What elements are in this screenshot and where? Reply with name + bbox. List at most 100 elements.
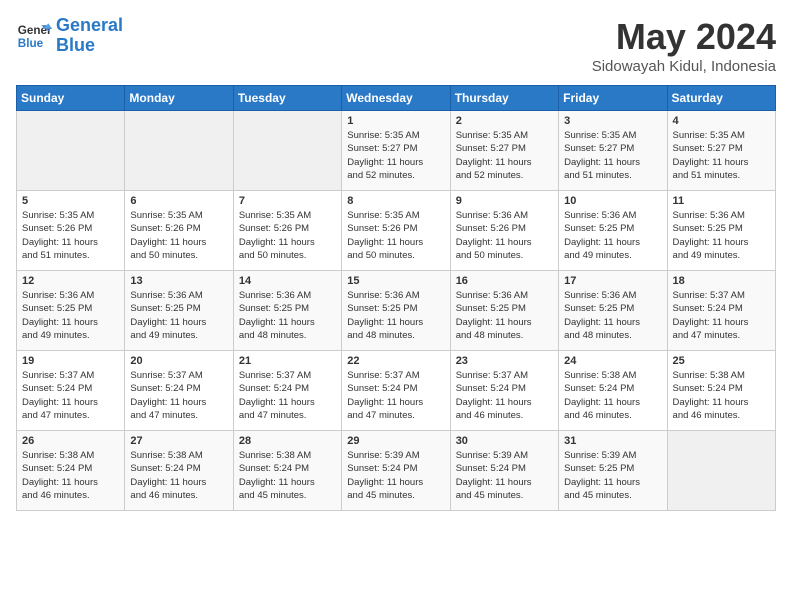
day-number: 4 bbox=[673, 115, 770, 127]
calendar-table: SundayMondayTuesdayWednesdayThursdayFrid… bbox=[16, 85, 776, 511]
day-number: 23 bbox=[456, 355, 553, 367]
calendar-week-row: 19 Sunrise: 5:37 AMSunset: 5:24 PMDayligh… bbox=[17, 351, 776, 431]
calendar-cell: 19Sunrise: 5:37 AMSunset: 5:24 PMDayligh… bbox=[17, 351, 125, 431]
day-number: 6 bbox=[130, 195, 227, 207]
calendar-cell bbox=[667, 431, 775, 511]
calendar-week-row: 12Sunrise: 5:36 AMSunset: 5:25 PMDayligh… bbox=[17, 271, 776, 351]
day-number: 1 bbox=[347, 115, 444, 127]
day-info: Sunrise: 5:37 AMSunset: 5:24 PMDaylight:… bbox=[130, 369, 227, 422]
location: Sidowayah Kidul, Indonesia bbox=[592, 58, 776, 75]
day-info: Sunrise: 5:36 AMSunset: 5:25 PMDaylight:… bbox=[22, 289, 119, 342]
logo-icon: General Blue bbox=[16, 18, 52, 54]
day-number: 10 bbox=[564, 195, 661, 207]
calendar-cell: 2 Sunrise: 5:35 AMSunset: 5:27 PMDaylight… bbox=[450, 111, 558, 191]
day-info: Sunrise: 5:35 AMSunset: 5:27 PMDaylight:… bbox=[347, 129, 444, 182]
calendar-cell: 13 Sunrise: 5:36 AMSunset: 5:25 PMDayligh… bbox=[125, 271, 233, 351]
calendar-cell: 5Sunrise: 5:35 AMSunset: 5:26 PMDaylight… bbox=[17, 191, 125, 271]
calendar-cell: 3 Sunrise: 5:35 AMSunset: 5:27 PMDaylight… bbox=[559, 111, 667, 191]
day-number: 20 bbox=[130, 355, 227, 367]
month-title: May 2024 bbox=[592, 16, 776, 58]
day-number: 16 bbox=[456, 275, 553, 287]
day-info: Sunrise: 5:39 AMSunset: 5:24 PMDaylight:… bbox=[347, 449, 444, 502]
day-info: Sunrise: 5:35 AMSunset: 5:26 PMDaylight:… bbox=[130, 209, 227, 262]
day-info: Sunrise: 5:35 AMSunset: 5:26 PMDaylight:… bbox=[347, 209, 444, 262]
calendar-cell: 17 Sunrise: 5:36 AMSunset: 5:25 PMDayligh… bbox=[559, 271, 667, 351]
day-info: Sunrise: 5:38 AMSunset: 5:24 PMDaylight:… bbox=[673, 369, 770, 422]
day-number: 26 bbox=[22, 435, 119, 447]
day-info: Sunrise: 5:38 AMSunset: 5:24 PMDaylight:… bbox=[130, 449, 227, 502]
day-info: Sunrise: 5:38 AMSunset: 5:24 PMDaylight:… bbox=[22, 449, 119, 502]
day-number: 3 bbox=[564, 115, 661, 127]
day-number: 25 bbox=[673, 355, 770, 367]
calendar-week-row: 1 Sunrise: 5:35 AMSunset: 5:27 PMDaylight… bbox=[17, 111, 776, 191]
svg-text:Blue: Blue bbox=[18, 37, 44, 50]
logo-text: GeneralBlue bbox=[56, 16, 123, 56]
day-number: 11 bbox=[673, 195, 770, 207]
calendar-cell: 23 Sunrise: 5:37 AMSunset: 5:24 PMDayligh… bbox=[450, 351, 558, 431]
calendar-cell: 14 Sunrise: 5:36 AMSunset: 5:25 PMDayligh… bbox=[233, 271, 341, 351]
day-info: Sunrise: 5:35 AMSunset: 5:27 PMDaylight:… bbox=[456, 129, 553, 182]
calendar-cell: 11 Sunrise: 5:36 AMSunset: 5:25 PMDayligh… bbox=[667, 191, 775, 271]
calendar-cell: 1 Sunrise: 5:35 AMSunset: 5:27 PMDaylight… bbox=[342, 111, 450, 191]
calendar-cell: 31 Sunrise: 5:39 AMSunset: 5:25 PMDayligh… bbox=[559, 431, 667, 511]
title-block: May 2024 Sidowayah Kidul, Indonesia bbox=[592, 16, 776, 75]
day-info: Sunrise: 5:39 AMSunset: 5:24 PMDaylight:… bbox=[456, 449, 553, 502]
day-number: 30 bbox=[456, 435, 553, 447]
calendar-cell: 16 Sunrise: 5:36 AMSunset: 5:25 PMDayligh… bbox=[450, 271, 558, 351]
day-number: 2 bbox=[456, 115, 553, 127]
day-info: Sunrise: 5:36 AMSunset: 5:25 PMDaylight:… bbox=[239, 289, 336, 342]
day-number: 31 bbox=[564, 435, 661, 447]
calendar-cell bbox=[125, 111, 233, 191]
calendar-cell: 20 Sunrise: 5:37 AMSunset: 5:24 PMDayligh… bbox=[125, 351, 233, 431]
calendar-cell bbox=[233, 111, 341, 191]
calendar-cell: 12Sunrise: 5:36 AMSunset: 5:25 PMDayligh… bbox=[17, 271, 125, 351]
calendar-week-row: 26 Sunrise: 5:38 AMSunset: 5:24 PMDayligh… bbox=[17, 431, 776, 511]
day-number: 29 bbox=[347, 435, 444, 447]
calendar-cell: 26 Sunrise: 5:38 AMSunset: 5:24 PMDayligh… bbox=[17, 431, 125, 511]
day-info: Sunrise: 5:35 AMSunset: 5:27 PMDaylight:… bbox=[673, 129, 770, 182]
calendar-cell: 9Sunrise: 5:36 AMSunset: 5:26 PMDaylight… bbox=[450, 191, 558, 271]
day-number: 28 bbox=[239, 435, 336, 447]
calendar-week-row: 5Sunrise: 5:35 AMSunset: 5:26 PMDaylight… bbox=[17, 191, 776, 271]
day-number: 22 bbox=[347, 355, 444, 367]
day-number: 15 bbox=[347, 275, 444, 287]
day-number: 13 bbox=[130, 275, 227, 287]
calendar-cell: 15Sunrise: 5:36 AMSunset: 5:25 PMDayligh… bbox=[342, 271, 450, 351]
calendar-cell: 4 Sunrise: 5:35 AMSunset: 5:27 PMDaylight… bbox=[667, 111, 775, 191]
calendar-cell: 21 Sunrise: 5:37 AMSunset: 5:24 PMDayligh… bbox=[233, 351, 341, 431]
calendar-cell: 24Sunrise: 5:38 AMSunset: 5:24 PMDayligh… bbox=[559, 351, 667, 431]
day-number: 14 bbox=[239, 275, 336, 287]
day-number: 8 bbox=[347, 195, 444, 207]
day-info: Sunrise: 5:35 AMSunset: 5:26 PMDaylight:… bbox=[22, 209, 119, 262]
calendar-cell: 30 Sunrise: 5:39 AMSunset: 5:24 PMDayligh… bbox=[450, 431, 558, 511]
calendar-cell: 10Sunrise: 5:36 AMSunset: 5:25 PMDayligh… bbox=[559, 191, 667, 271]
day-number: 17 bbox=[564, 275, 661, 287]
calendar-cell bbox=[17, 111, 125, 191]
calendar-cell: 27 Sunrise: 5:38 AMSunset: 5:24 PMDayligh… bbox=[125, 431, 233, 511]
weekday-header: Friday bbox=[559, 86, 667, 111]
day-number: 18 bbox=[673, 275, 770, 287]
day-info: Sunrise: 5:36 AMSunset: 5:25 PMDaylight:… bbox=[673, 209, 770, 262]
day-info: Sunrise: 5:37 AMSunset: 5:24 PMDaylight:… bbox=[456, 369, 553, 422]
calendar-cell: 7Sunrise: 5:35 AMSunset: 5:26 PMDaylight… bbox=[233, 191, 341, 271]
day-info: Sunrise: 5:36 AMSunset: 5:25 PMDaylight:… bbox=[456, 289, 553, 342]
day-number: 9 bbox=[456, 195, 553, 207]
calendar-cell: 8 Sunrise: 5:35 AMSunset: 5:26 PMDaylight… bbox=[342, 191, 450, 271]
day-number: 27 bbox=[130, 435, 227, 447]
day-info: Sunrise: 5:37 AMSunset: 5:24 PMDaylight:… bbox=[673, 289, 770, 342]
calendar-cell: 6 Sunrise: 5:35 AMSunset: 5:26 PMDaylight… bbox=[125, 191, 233, 271]
day-info: Sunrise: 5:36 AMSunset: 5:25 PMDaylight:… bbox=[130, 289, 227, 342]
calendar-cell: 25 Sunrise: 5:38 AMSunset: 5:24 PMDayligh… bbox=[667, 351, 775, 431]
calendar-cell: 22 Sunrise: 5:37 AMSunset: 5:24 PMDayligh… bbox=[342, 351, 450, 431]
day-info: Sunrise: 5:38 AMSunset: 5:24 PMDaylight:… bbox=[564, 369, 661, 422]
day-info: Sunrise: 5:39 AMSunset: 5:25 PMDaylight:… bbox=[564, 449, 661, 502]
weekday-header: Thursday bbox=[450, 86, 558, 111]
logo: General Blue GeneralBlue bbox=[16, 16, 123, 56]
day-number: 21 bbox=[239, 355, 336, 367]
day-info: Sunrise: 5:36 AMSunset: 5:25 PMDaylight:… bbox=[564, 289, 661, 342]
weekday-header: Sunday bbox=[17, 86, 125, 111]
day-info: Sunrise: 5:37 AMSunset: 5:24 PMDaylight:… bbox=[239, 369, 336, 422]
day-number: 19 bbox=[22, 355, 119, 367]
day-info: Sunrise: 5:37 AMSunset: 5:24 PMDaylight:… bbox=[347, 369, 444, 422]
day-info: Sunrise: 5:35 AMSunset: 5:27 PMDaylight:… bbox=[564, 129, 661, 182]
